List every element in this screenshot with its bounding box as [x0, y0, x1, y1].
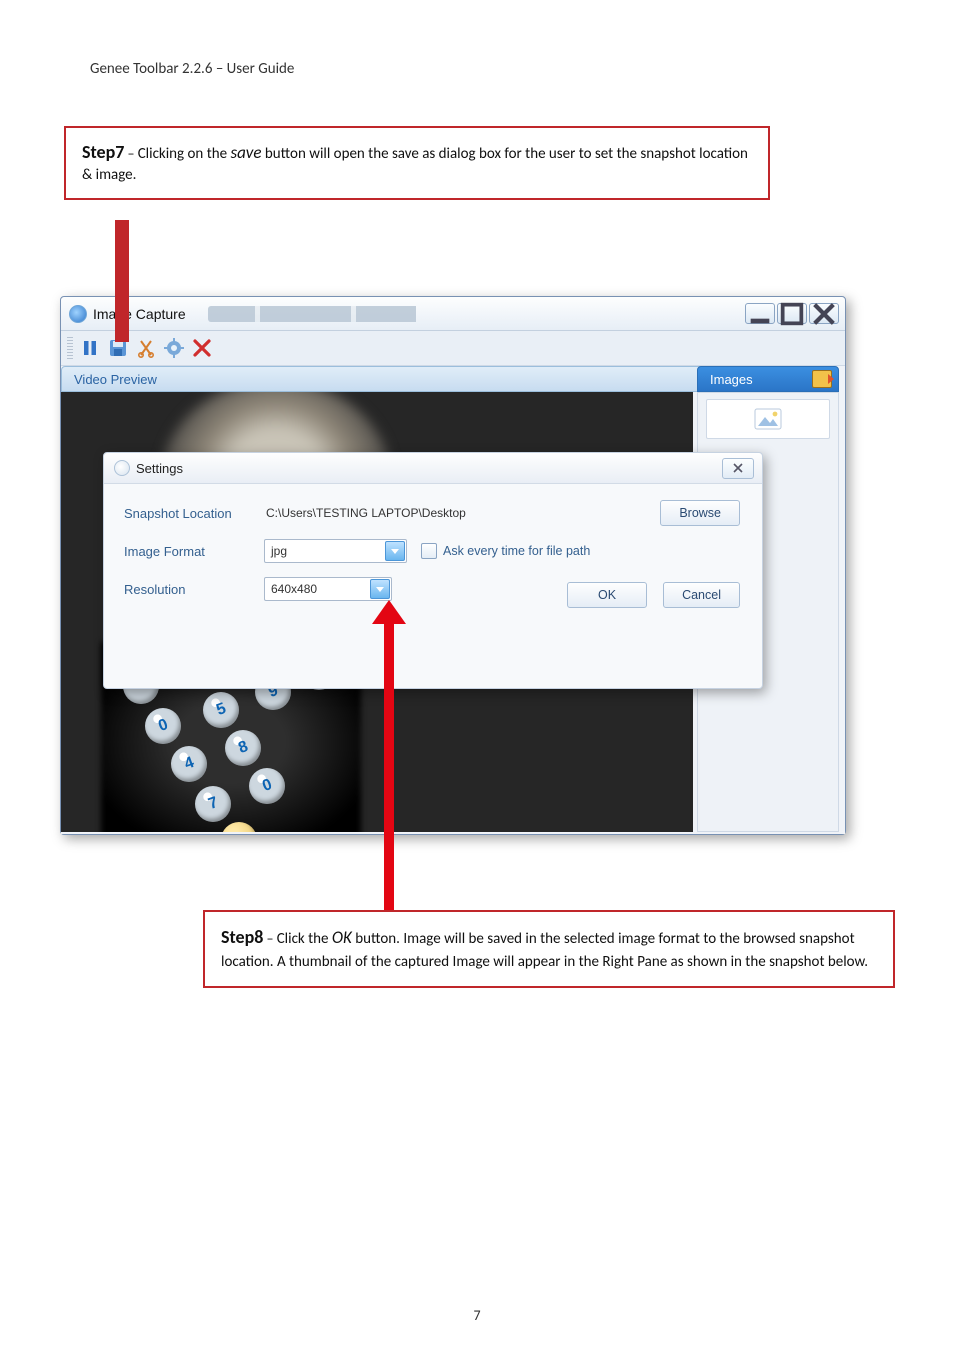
page-header: Genee Toolbar 2.2.6 – User Guide [90, 60, 864, 78]
cut-button[interactable] [133, 335, 159, 361]
page-number: 7 [0, 1307, 954, 1324]
pause-button[interactable] [77, 335, 103, 361]
step8-label: Step8 [221, 926, 263, 948]
close-red-button[interactable] [189, 335, 215, 361]
resolution-value: 640x480 [271, 582, 317, 596]
step7-callout: Step7 – Clicking on the save button will… [64, 126, 770, 200]
step8-text-pre: Click the [277, 930, 332, 948]
step7-text-pre: Clicking on the [138, 145, 231, 163]
image-capture-window: Image Capture [60, 296, 846, 835]
keypad-blurred: * 2 6 0 5 9 # 4 8 7 0 ✎ [105, 668, 355, 832]
titlebar-blur [208, 306, 468, 322]
step7-arrow-connector [115, 220, 129, 342]
step8-italic: OK [332, 927, 352, 948]
image-format-label: Image Format [124, 544, 264, 559]
step7-label: Step7 [82, 141, 124, 163]
expand-images-icon[interactable] [812, 370, 832, 388]
resolution-label: Resolution [124, 582, 264, 597]
resolution-select[interactable]: 640x480 [264, 577, 392, 601]
images-tab-label: Images [710, 372, 753, 387]
window-body: Video Preview Images * 2 6 0 5 9 [61, 366, 845, 834]
ask-filepath-checkbox[interactable] [421, 543, 437, 559]
maximize-button[interactable] [777, 303, 807, 324]
chevron-down-icon[interactable] [370, 579, 390, 599]
image-thumbnail-placeholder[interactable] [706, 399, 830, 439]
settings-icon [114, 460, 130, 476]
step7-italic: save [230, 142, 261, 163]
settings-close-button[interactable] [722, 458, 754, 479]
image-capture-toolbar [61, 331, 845, 366]
image-format-value: jpg [271, 544, 287, 558]
ok-arrow-shaft [384, 614, 394, 924]
window-close-button[interactable] [809, 303, 839, 324]
settings-titlebar: Settings [104, 453, 762, 484]
screenshot-figure: Image Capture [60, 296, 846, 835]
settings-button[interactable] [161, 335, 187, 361]
toolbar-grip [67, 337, 73, 359]
image-format-select[interactable]: jpg [264, 539, 407, 563]
settings-dialog: Settings Snapshot Location Browse [103, 452, 763, 689]
step8-callout: Step8 – Click the OK button. Image will … [203, 910, 895, 988]
video-preview-tab[interactable]: Video Preview [61, 366, 706, 392]
ok-button[interactable]: OK [567, 582, 647, 608]
settings-title: Settings [136, 461, 183, 476]
chevron-down-icon[interactable] [385, 541, 405, 561]
snapshot-location-label: Snapshot Location [124, 506, 264, 521]
step7-dash: – [124, 145, 134, 162]
snapshot-location-field[interactable] [264, 503, 528, 524]
minimize-button[interactable] [745, 303, 775, 324]
window-title: Image Capture [93, 306, 186, 322]
cancel-button[interactable]: Cancel [663, 582, 740, 608]
window-titlebar: Image Capture [61, 297, 845, 331]
app-icon [69, 305, 87, 323]
images-tab[interactable]: Images [697, 366, 839, 392]
step8-dash: – [263, 930, 273, 947]
browse-button[interactable]: Browse [660, 500, 740, 526]
ask-filepath-label: Ask every time for file path [443, 544, 590, 558]
